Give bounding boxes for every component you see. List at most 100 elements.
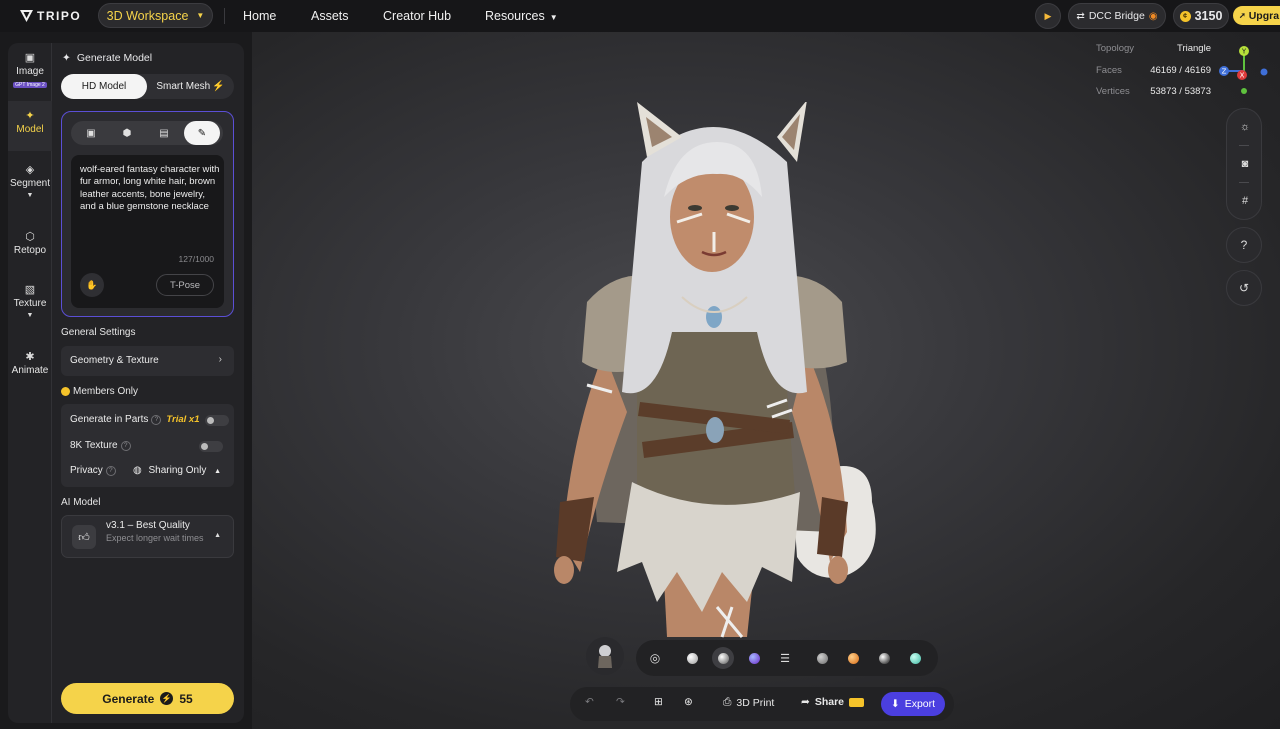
model-thumbnail bbox=[598, 645, 612, 668]
privacy-label: Privacy bbox=[70, 465, 103, 476]
nav-resources[interactable]: Resources ▼ bbox=[485, 9, 558, 23]
running-figure-icon: ✱ bbox=[25, 351, 35, 363]
members-only-label: Members Only bbox=[61, 386, 138, 397]
help-icon[interactable]: ? bbox=[120, 440, 131, 451]
normal-sphere-icon bbox=[748, 652, 760, 664]
download-icon: ⬇ bbox=[890, 698, 900, 710]
prompt-textarea[interactable]: wolf-eared fantasy character with fur ar… bbox=[71, 155, 224, 308]
privacy-dropdown[interactable]: ◍ Sharing Only ▲ bbox=[133, 465, 221, 476]
help-button[interactable]: ? bbox=[1226, 227, 1262, 263]
rail-item-label: Animate bbox=[11, 365, 49, 376]
play-tutorial-button[interactable]: ▶ bbox=[1035, 3, 1061, 29]
wireframe-mode-button[interactable]: ◎ bbox=[644, 647, 666, 669]
rail-item-retopo[interactable]: ⬡ Retopo bbox=[8, 230, 52, 264]
rail-item-model[interactable]: ✦ Model bbox=[8, 101, 52, 151]
3d-print-button[interactable]: ⎙ 3D Print bbox=[723, 696, 774, 709]
export-button[interactable]: ⬇ Export bbox=[881, 692, 945, 716]
ai-model-label: AI Model bbox=[61, 497, 101, 508]
printer-icon: ⎙ bbox=[723, 696, 732, 708]
undo-button[interactable]: ↶ bbox=[585, 696, 594, 708]
ai-model-dropdown[interactable]: 👍︎ v3.1 – Best Quality Expect longer wai… bbox=[61, 515, 234, 558]
material-orange-button[interactable] bbox=[842, 647, 864, 669]
stat-vertices: Vertices 53873 / 53873 bbox=[1096, 86, 1211, 100]
hd-model-tab[interactable]: HD Model bbox=[61, 74, 147, 99]
workspace-dropdown[interactable]: 3D Workspace ▼ bbox=[98, 3, 213, 28]
coin-icon: ¢ bbox=[1179, 10, 1191, 22]
stat-key: Faces bbox=[1096, 65, 1122, 76]
generate-cost: 55 bbox=[179, 691, 193, 706]
left-rail: ▣ Image GPT Image 2 ✦ Model ◈ Segment ▼ … bbox=[8, 43, 52, 723]
tripo-logo[interactable]: TRIPO bbox=[20, 9, 86, 23]
chevron-down-icon: ▼ bbox=[26, 312, 34, 319]
cube-icon: ⬢ bbox=[122, 127, 132, 139]
top-bar: TRIPO 3D Workspace ▼ Home Assets Creator… bbox=[0, 0, 1280, 32]
axis-y-label: Y bbox=[1241, 48, 1247, 56]
3d-viewport[interactable]: Topology Triangle Faces 46169 / 46169 Ve… bbox=[252, 32, 1280, 729]
rail-item-image[interactable]: ▣ Image GPT Image 2 bbox=[8, 51, 52, 95]
axis-z-label: Z bbox=[1222, 68, 1227, 76]
history-button[interactable]: ↺ bbox=[1226, 270, 1262, 306]
redo-icon: ↷ bbox=[616, 696, 625, 708]
share-button[interactable]: ➦ Share bbox=[801, 696, 864, 708]
model-thumbnail-button[interactable] bbox=[586, 637, 624, 675]
panel-title: ✦ Generate Model bbox=[62, 52, 152, 64]
adjust-button[interactable]: ☰ bbox=[774, 647, 796, 669]
nav-home[interactable]: Home bbox=[243, 9, 276, 23]
enhance-prompt-button[interactable]: ✋ bbox=[80, 273, 104, 297]
geometry-texture-row[interactable]: Geometry & Texture › bbox=[61, 346, 234, 376]
rail-item-segment[interactable]: ◈ Segment ▼ bbox=[8, 163, 52, 207]
rail-item-animate[interactable]: ✱ Animate bbox=[8, 350, 52, 384]
blender-icon: ◉ bbox=[1148, 10, 1158, 22]
sliders-icon: ☰ bbox=[780, 652, 790, 665]
chevron-up-icon: ▲ bbox=[214, 532, 221, 539]
credits-button[interactable]: ¢ 3150 bbox=[1173, 3, 1229, 29]
privacy-value: Sharing Only bbox=[148, 465, 207, 476]
prompt-text[interactable]: wolf-eared fantasy character with fur ar… bbox=[80, 164, 220, 213]
help-icon[interactable]: ? bbox=[105, 465, 116, 476]
mesh-icon: ⬡ bbox=[25, 231, 35, 243]
image-input-tab[interactable]: ▣ bbox=[73, 121, 109, 145]
upgrade-label: Upgra bbox=[1248, 9, 1280, 22]
nav-creator-hub[interactable]: Creator Hub bbox=[383, 9, 451, 23]
nav-assets[interactable]: Assets bbox=[311, 9, 349, 23]
sun-icon: ☼ bbox=[1239, 121, 1251, 133]
generate-in-parts-toggle[interactable] bbox=[205, 415, 229, 426]
char-count: 127/1000 bbox=[178, 254, 214, 264]
geometry-texture-label: Geometry & Texture bbox=[70, 355, 159, 366]
generate-button[interactable]: Generate ⚡ 55 bbox=[61, 683, 234, 714]
text-input-tab[interactable]: ✎ bbox=[184, 121, 220, 145]
ar-view-button[interactable]: ⊛ bbox=[684, 696, 693, 708]
material-gray-button[interactable] bbox=[811, 647, 833, 669]
normal-mode-button[interactable] bbox=[743, 647, 765, 669]
gift-button[interactable]: ⊞ bbox=[654, 696, 663, 708]
smart-mesh-tab[interactable]: Smart Mesh ⚡ bbox=[147, 74, 234, 99]
tpose-button[interactable]: T-Pose bbox=[156, 274, 214, 296]
screenshot-button[interactable]: ◙ bbox=[1227, 146, 1263, 182]
rail-item-label: Segment bbox=[9, 178, 51, 189]
help-icon[interactable]: ? bbox=[151, 414, 162, 425]
images-icon: ▤ bbox=[159, 127, 169, 139]
material-chrome-button[interactable] bbox=[873, 647, 895, 669]
grid-button[interactable]: # bbox=[1227, 183, 1263, 219]
multiview-input-tab[interactable]: ⬢ bbox=[109, 121, 145, 145]
image-icon: ▣ bbox=[24, 52, 36, 64]
chevron-up-icon: ▲ bbox=[214, 468, 222, 475]
texture-brush-icon: ▧ bbox=[24, 284, 36, 296]
redo-button[interactable]: ↷ bbox=[616, 696, 625, 708]
gallery-input-tab[interactable]: ▤ bbox=[146, 121, 182, 145]
lighting-button[interactable]: ☼ bbox=[1227, 109, 1263, 145]
axis-gizmo[interactable]: Y Z X bbox=[1218, 42, 1278, 102]
chevron-down-icon: ▼ bbox=[26, 192, 34, 199]
share-label: Share bbox=[814, 696, 844, 708]
clay-mode-button[interactable] bbox=[681, 647, 703, 669]
character-model[interactable] bbox=[542, 102, 892, 642]
upgrade-button[interactable]: ➚ Upgra bbox=[1233, 6, 1280, 25]
rail-item-texture[interactable]: ▧ Texture ▼ bbox=[8, 283, 52, 327]
matcap-mode-button[interactable] bbox=[712, 647, 734, 669]
material-teal-button[interactable] bbox=[904, 647, 926, 669]
8k-texture-toggle[interactable] bbox=[199, 441, 223, 452]
stat-value: 46169 / 46169 bbox=[1150, 65, 1211, 76]
thumbs-up-icon: 👍︎ bbox=[72, 525, 96, 549]
8k-texture-label: 8K Texture bbox=[70, 440, 118, 451]
dcc-bridge-button[interactable]: ⇄ DCC Bridge ◉ bbox=[1068, 3, 1166, 29]
